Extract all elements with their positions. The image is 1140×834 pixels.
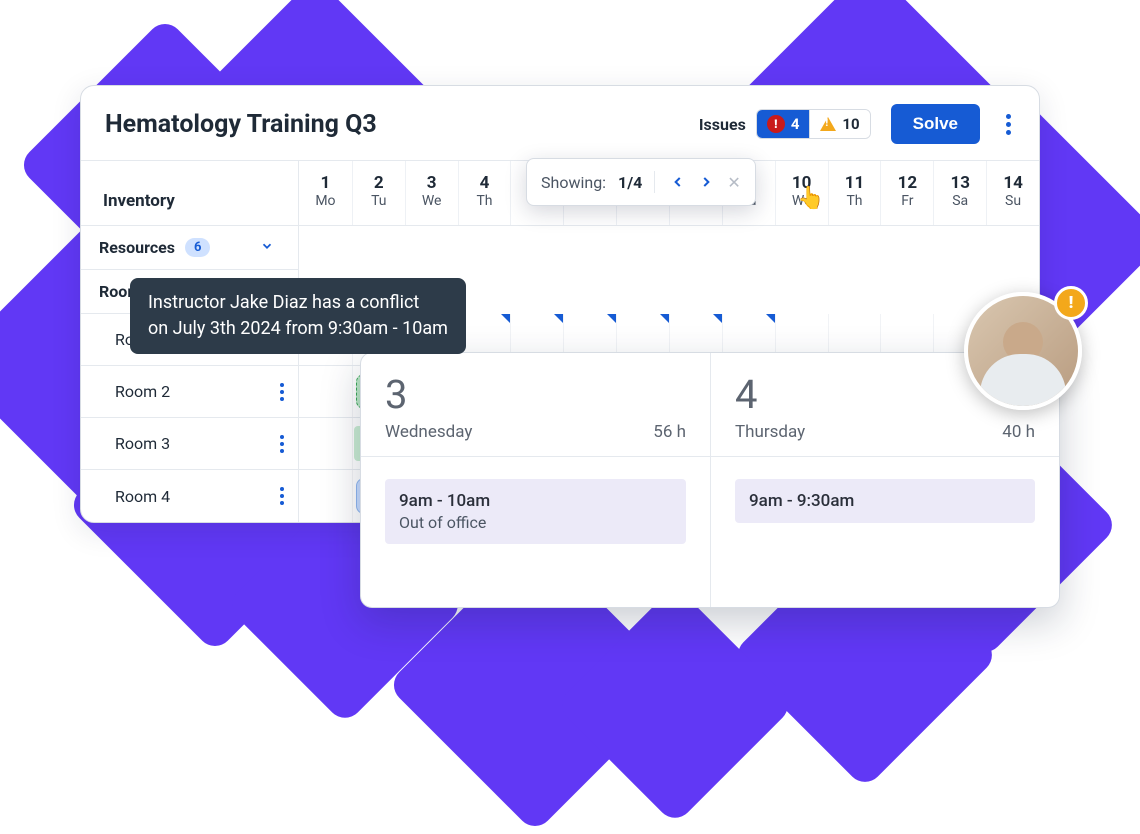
day-header[interactable]: 3We	[405, 161, 458, 225]
detail-hours: 40 h	[1002, 422, 1035, 442]
issues-pills: ! 4 10	[756, 109, 871, 139]
day-header[interactable]: 11Th	[828, 161, 881, 225]
day-header[interactable]: 4Th	[458, 161, 511, 225]
header-actions: Issues ! 4 10 Solve	[699, 104, 1017, 144]
close-popover-button[interactable]: ✕	[727, 173, 740, 192]
chevron-down-icon	[260, 239, 274, 257]
tooltip-line: on July 3th 2024 from 9:30am - 10am	[148, 316, 448, 342]
resources-count-badge: 6	[185, 238, 210, 257]
day-detail-card: 3 Wednesday 56 h 4 Thursday 40 h 9am - 1…	[360, 352, 1060, 608]
room-label-cell: Room 2	[81, 366, 299, 417]
time-slot[interactable]: 9am - 10am Out of office	[385, 479, 686, 544]
popover-nav: ✕	[654, 171, 740, 193]
issues-label: Issues	[699, 115, 746, 134]
room-name: Room 3	[115, 434, 170, 453]
showing-label: Showing:	[541, 173, 606, 192]
prev-issue-button[interactable]	[667, 171, 689, 193]
day-header[interactable]: 10We	[775, 161, 828, 225]
page-title: Hematology Training Q3	[105, 110, 377, 139]
conflict-tooltip: Instructor Jake Diaz has a conflict on J…	[130, 278, 466, 354]
issues-group: Issues ! 4 10	[699, 109, 871, 139]
day-header[interactable]: 2Tu	[352, 161, 405, 225]
warning-icon	[820, 117, 836, 131]
resources-section-header[interactable]: Resources 6	[81, 226, 299, 270]
room-menu-icon[interactable]	[280, 435, 284, 453]
day-header[interactable]: 14Su	[986, 161, 1039, 225]
detail-weekday: Thursday	[735, 422, 805, 442]
critical-issues-pill[interactable]: ! 4	[757, 110, 811, 138]
slot-description: Out of office	[399, 513, 672, 532]
warning-badge-icon	[1054, 286, 1088, 320]
showing-popover: Showing: 1/4 ✕	[526, 158, 756, 206]
resources-label: Resources	[99, 238, 175, 257]
day-header[interactable]: 1Mo	[299, 161, 352, 225]
card-header: Hematology Training Q3 Issues ! 4 10 Sol…	[81, 86, 1039, 161]
warning-count: 10	[842, 115, 859, 133]
inventory-label: Inventory	[81, 161, 299, 225]
detail-day-header[interactable]: 3 Wednesday 56 h	[361, 353, 710, 457]
room-menu-icon[interactable]	[280, 383, 284, 401]
tooltip-line: Instructor Jake Diaz has a conflict	[148, 290, 448, 316]
time-slot[interactable]: 9am - 9:30am	[735, 479, 1035, 523]
room-name: Room 2	[115, 382, 170, 401]
detail-day-body: 9am - 9:30am	[710, 457, 1059, 607]
detail-day-body: 9am - 10am Out of office	[361, 457, 710, 607]
critical-count: 4	[791, 115, 800, 133]
room-name: Room 4	[115, 487, 170, 506]
detail-hours: 56 h	[653, 422, 686, 442]
alert-icon: !	[767, 115, 785, 133]
solve-button[interactable]: Solve	[891, 104, 980, 144]
instructor-avatar[interactable]	[964, 292, 1082, 410]
showing-position: 1/4	[618, 173, 642, 192]
detail-weekday: Wednesday	[385, 422, 472, 442]
room-menu-icon[interactable]	[280, 487, 284, 505]
day-header[interactable]: 13Sa	[933, 161, 986, 225]
overflow-menu-icon[interactable]	[1000, 108, 1017, 141]
room-label-cell: Room 3	[81, 418, 299, 469]
day-header[interactable]: 12Fr	[880, 161, 933, 225]
warning-issues-pill[interactable]: 10	[810, 110, 869, 138]
next-issue-button[interactable]	[695, 171, 717, 193]
room-label-cell: Room 4	[81, 470, 299, 522]
detail-day-number: 3	[385, 371, 686, 418]
slot-time: 9am - 9:30am	[749, 491, 1021, 511]
slot-time: 9am - 10am	[399, 491, 672, 511]
